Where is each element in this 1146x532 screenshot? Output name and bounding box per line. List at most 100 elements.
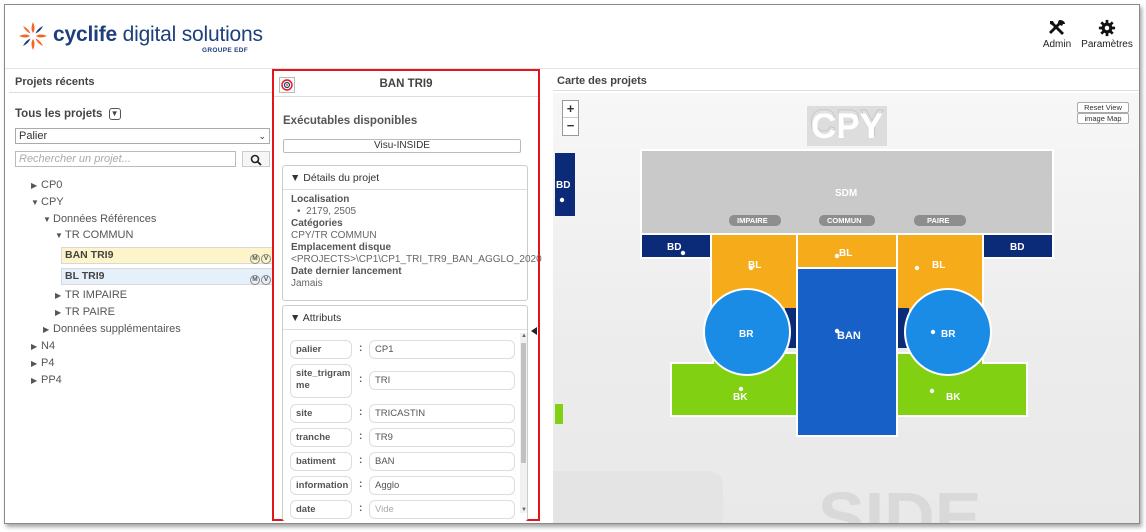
expand-icon: ▶ xyxy=(31,342,38,351)
target-icon xyxy=(281,79,293,91)
all-projects-label: Tous les projets xyxy=(15,108,103,121)
expand-icon: ▶ xyxy=(55,308,62,317)
attribute-value-input[interactable]: TRICASTIN xyxy=(369,404,515,423)
project-search-input[interactable]: Rechercher un projet... xyxy=(15,151,236,167)
chevron-down-icon[interactable]: ▼ xyxy=(108,108,121,120)
all-projects-toggle[interactable]: Tous les projets ▼ xyxy=(15,108,121,120)
project-item-bl-tri9[interactable]: BL TRI9 MV xyxy=(61,268,274,285)
project-map[interactable]: SIDE BD CPY CPY SDM IMPAIRE COMMUN PAIRE xyxy=(553,93,1139,523)
v-badge-icon[interactable]: V xyxy=(261,254,271,264)
tree-node-p4[interactable]: ▶ P4 xyxy=(31,357,54,369)
tree-node-n4[interactable]: ▶ N4 xyxy=(31,340,55,352)
attribute-value-input[interactable]: TRI xyxy=(369,371,515,390)
site-map-drawing[interactable]: SIDE BD CPY CPY SDM IMPAIRE COMMUN PAIRE xyxy=(553,93,1139,523)
project-details-section: ▼ Détails du projet Localisation • 2179,… xyxy=(282,165,542,301)
attribute-value-input[interactable]: Vide xyxy=(369,500,515,519)
site-title-cpy-overlay: CPY xyxy=(811,107,883,146)
map-title: Carte des projets xyxy=(553,73,1139,91)
attribute-value-input[interactable]: Agglo xyxy=(369,476,515,495)
expand-icon: ▶ xyxy=(55,291,62,300)
zone-label-impaire: IMPAIRE xyxy=(737,216,768,225)
executables-title: Exécutables disponibles xyxy=(283,115,418,127)
building-label-bd: BD xyxy=(556,180,570,191)
search-button[interactable] xyxy=(242,151,270,167)
brand-strong: cyclife xyxy=(53,23,117,46)
attribute-value-input[interactable]: TR9 xyxy=(369,428,515,447)
tree-node-donnees-references[interactable]: ▼ Données Références xyxy=(43,213,156,225)
attribute-key: site xyxy=(290,404,352,423)
locate-button[interactable] xyxy=(279,77,295,93)
zone-label-commun: COMMUN xyxy=(827,216,862,225)
scrollbar-thumb[interactable] xyxy=(521,343,526,463)
chevron-down-icon: ⌄ xyxy=(258,131,266,141)
brand-logo[interactable]: cyclife digital solutions GROUPE EDF xyxy=(16,19,263,59)
attributes-header[interactable]: ▼ Attributs xyxy=(283,306,527,330)
collapse-icon: ▼ xyxy=(31,198,39,207)
scroll-down-icon[interactable]: ▼ xyxy=(521,507,527,513)
project-map-panel: Carte des projets SIDE BD CPY CPY SDM IM… xyxy=(553,73,1139,523)
zoom-in-button[interactable]: + xyxy=(563,101,578,118)
expand-icon: ▶ xyxy=(31,181,38,190)
reset-view-button[interactable]: Reset View xyxy=(1077,102,1129,113)
watermark-text: SIDE xyxy=(818,478,981,523)
zoom-out-button[interactable]: − xyxy=(563,118,578,135)
top-header: cyclife digital solutions GROUPE EDF Adm… xyxy=(5,5,1139,69)
zoom-control: + − xyxy=(562,100,579,136)
attribute-value-input[interactable]: CP1 xyxy=(369,340,515,359)
building-label-bl: BL xyxy=(932,260,945,271)
disk-location-value: <PROJECTS>\CP1\CP1_TRI_TR9_BAN_AGGLO_202… xyxy=(291,254,542,265)
tree-node-tr-paire[interactable]: ▶ TR PAIRE xyxy=(55,306,115,318)
search-icon xyxy=(250,154,262,166)
location-label: Localisation xyxy=(291,194,350,205)
admin-button[interactable]: Admin xyxy=(1035,19,1079,50)
building-label-br: BR xyxy=(941,329,956,340)
project-item-ban-tri9[interactable]: BAN TRI9 MV xyxy=(61,247,274,264)
expand-icon: ▶ xyxy=(31,376,38,385)
tools-icon xyxy=(1049,20,1065,35)
brand-sub: GROUPE EDF xyxy=(202,47,248,54)
attribute-key: palier xyxy=(290,340,352,359)
expand-icon: ▶ xyxy=(43,325,50,334)
tree-node-donnees-supplementaires[interactable]: ▶ Données supplémentaires xyxy=(43,323,181,335)
m-badge-icon[interactable]: M xyxy=(250,275,260,285)
settings-button[interactable]: Paramètres xyxy=(1081,19,1133,50)
project-detail-panel: BAN TRI9 Exécutables disponibles Visu-IN… xyxy=(272,69,542,521)
zone-label-paire: PAIRE xyxy=(927,216,949,225)
building-label-bd: BD xyxy=(667,242,681,253)
project-details-header[interactable]: ▼ Détails du projet xyxy=(283,166,527,190)
attribute-key: date xyxy=(290,500,352,519)
tree-node-pp4[interactable]: ▶ PP4 xyxy=(31,374,62,386)
image-map-button[interactable]: image Map xyxy=(1077,113,1129,124)
attribute-value-input[interactable]: BAN xyxy=(369,452,515,471)
filter-select-value: Palier xyxy=(19,130,48,142)
watermark-shape xyxy=(553,471,723,523)
attributes-scrollbar[interactable]: ▲ ▼ xyxy=(520,333,527,513)
v-badge-icon[interactable]: V xyxy=(261,275,271,285)
building-label-bl: BL xyxy=(839,248,852,259)
building-label-sdm: SDM xyxy=(835,188,857,199)
admin-label: Admin xyxy=(1042,39,1072,50)
visu-inside-button[interactable]: Visu-INSIDE xyxy=(283,139,521,153)
building-ban-selected[interactable] xyxy=(796,267,898,437)
collapse-icon: ▼ xyxy=(43,215,51,224)
cyclife-logo-icon xyxy=(19,22,47,50)
scroll-up-icon[interactable]: ▲ xyxy=(521,333,527,339)
m-badge-icon[interactable]: M xyxy=(250,254,260,264)
expand-icon: ▶ xyxy=(31,359,38,368)
collapse-panel-icon[interactable] xyxy=(531,327,537,335)
attribute-key: site_trigram me xyxy=(290,364,352,398)
app-window: cyclife digital solutions GROUPE EDF Adm… xyxy=(4,4,1140,524)
building-green-left-partial[interactable] xyxy=(555,404,563,424)
attribute-key: information xyxy=(290,476,352,495)
collapse-icon: ▼ xyxy=(55,231,63,240)
tree-node-cp0[interactable]: ▶ CP0 xyxy=(31,179,62,191)
building-label-bk: BK xyxy=(733,392,748,403)
gear-icon xyxy=(1098,19,1116,37)
tree-node-tr-commun[interactable]: ▼ TR COMMUN xyxy=(55,229,133,241)
tree-node-tr-impaire[interactable]: ▶ TR IMPAIRE xyxy=(55,289,127,301)
recent-projects-panel: Projets récents Tous les projets ▼ Palie… xyxy=(9,73,274,521)
attribute-key: tranche xyxy=(290,428,352,447)
filter-select[interactable]: Palier ⌄ xyxy=(15,128,270,144)
tree-node-cpy[interactable]: ▼ CPY xyxy=(31,196,64,208)
last-launch-label: Date dernier lancement xyxy=(291,266,402,277)
